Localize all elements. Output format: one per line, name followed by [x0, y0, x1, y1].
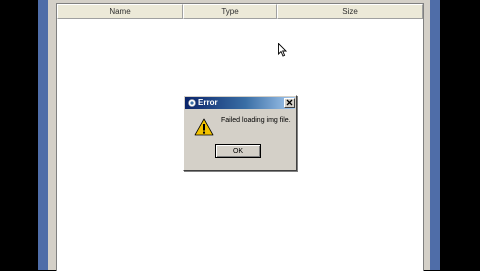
- warning-icon: [194, 118, 214, 136]
- close-icon: [286, 99, 293, 106]
- app-icon: [188, 99, 196, 107]
- ok-button[interactable]: OK: [215, 144, 261, 158]
- column-header-name[interactable]: Name: [57, 4, 183, 19]
- dialog-title: Error: [198, 98, 218, 107]
- mouse-pointer-icon: [278, 43, 288, 57]
- column-header-size[interactable]: Size: [277, 4, 423, 19]
- column-header-type[interactable]: Type: [183, 4, 277, 19]
- error-dialog: Error Failed loading img file. OK: [183, 95, 297, 171]
- error-message: Failed loading img file.: [221, 117, 291, 124]
- file-list-header: Name Type Size: [57, 4, 423, 19]
- right-frame-border: [430, 0, 440, 270]
- close-button[interactable]: [284, 98, 295, 108]
- left-frame-border: [38, 0, 48, 270]
- dialog-titlebar[interactable]: Error: [185, 97, 295, 109]
